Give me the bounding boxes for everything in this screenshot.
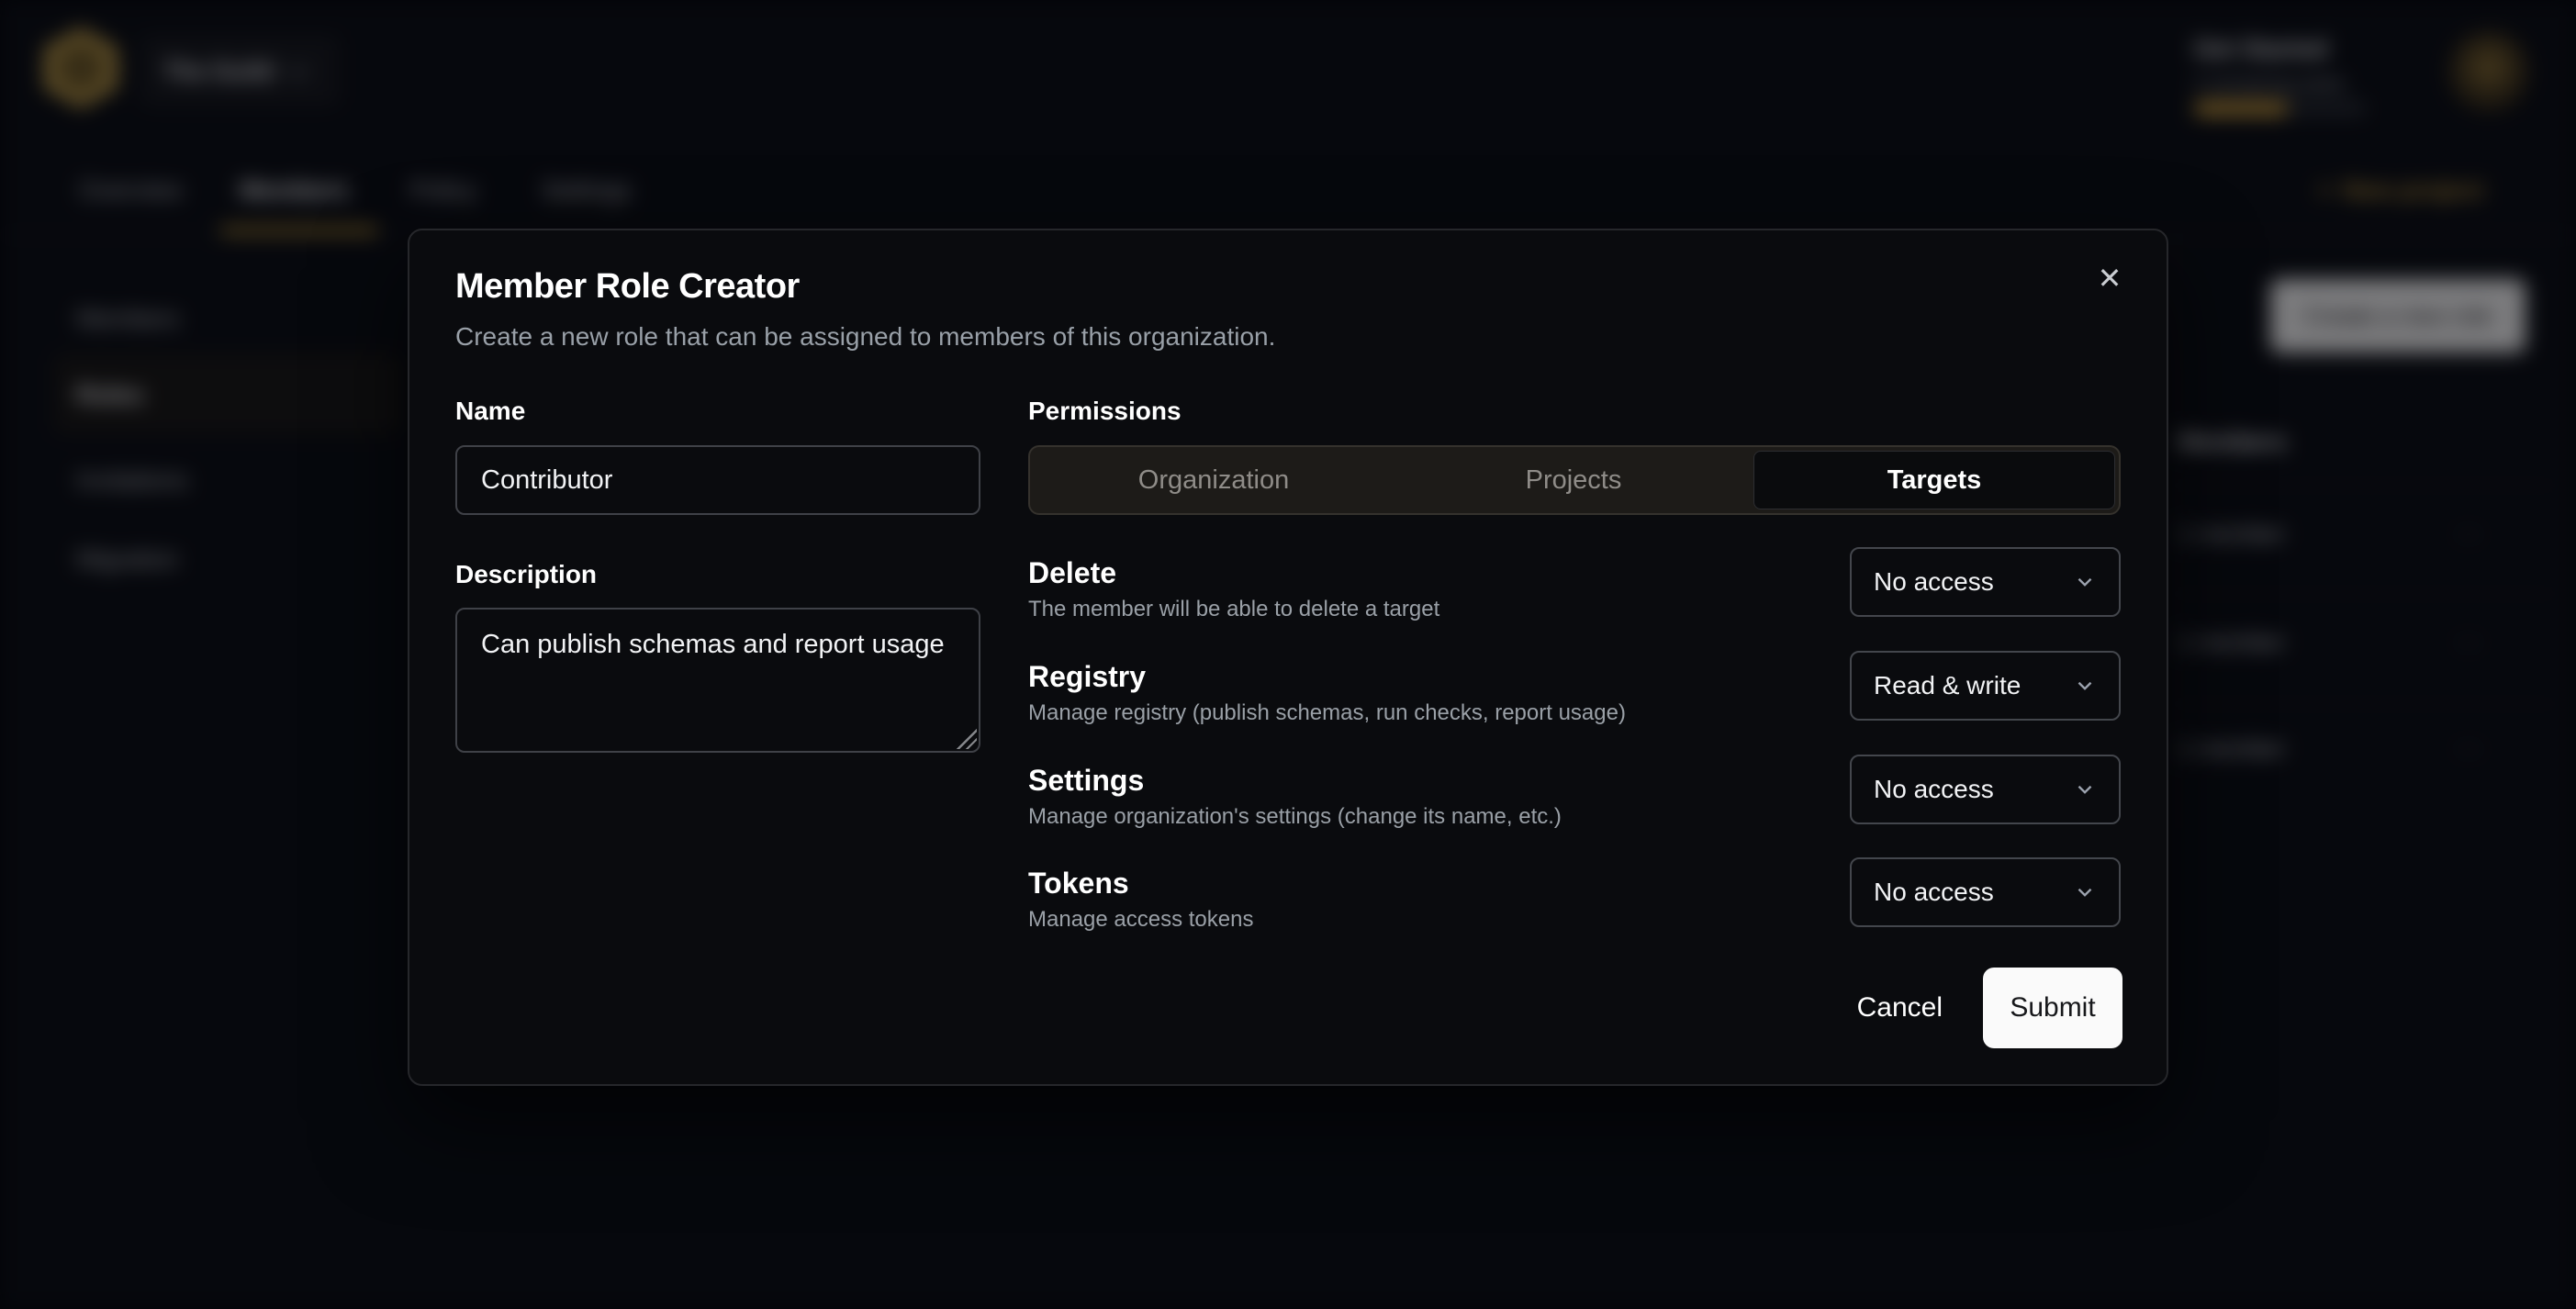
dialog-subtitle: Create a new role that can be assigned t… xyxy=(455,322,1275,352)
app-root: The Guild Get Started 3 remaining tasks … xyxy=(0,0,2576,1309)
permission-description: Manage registry (publish schemas, run ch… xyxy=(1028,699,1626,727)
selected-value: No access xyxy=(1874,567,1994,597)
name-input[interactable] xyxy=(455,445,980,515)
perm-tab-organization[interactable]: Organization xyxy=(1034,451,1394,509)
chevron-down-icon xyxy=(2073,880,2097,904)
permission-description: Manage organization's settings (change i… xyxy=(1028,803,1562,831)
permissions-label: Permissions xyxy=(1028,397,1182,426)
close-icon[interactable]: ✕ xyxy=(2089,258,2130,298)
dialog-footer: Cancel Submit xyxy=(409,968,2122,1048)
permission-description: Manage access tokens xyxy=(1028,906,1253,934)
permission-title: Delete xyxy=(1028,554,1439,591)
delete-access-select[interactable]: No access xyxy=(1850,547,2121,617)
chevron-down-icon xyxy=(2073,674,2097,698)
permission-title: Tokens xyxy=(1028,865,1253,901)
description-label: Description xyxy=(455,560,597,589)
permission-row-tokens: Tokens Manage access tokens No access xyxy=(1028,857,2121,953)
chevron-down-icon xyxy=(2073,778,2097,801)
cancel-button[interactable]: Cancel xyxy=(1857,992,1943,1024)
submit-button[interactable]: Submit xyxy=(1983,968,2122,1048)
description-textarea[interactable]: Can publish schemas and report usage xyxy=(455,608,980,753)
permission-title: Settings xyxy=(1028,762,1562,799)
name-label: Name xyxy=(455,397,525,426)
textarea-resize-handle[interactable] xyxy=(957,729,977,749)
perm-tab-projects[interactable]: Projects xyxy=(1394,451,1753,509)
selected-value: No access xyxy=(1874,878,1994,907)
permission-title: Registry xyxy=(1028,658,1626,695)
member-role-creator-dialog: ✕ Member Role Creator Create a new role … xyxy=(408,229,2168,1086)
permission-row-settings: Settings Manage organization's settings … xyxy=(1028,755,2121,850)
permission-row-registry: Registry Manage registry (publish schema… xyxy=(1028,651,2121,746)
selected-value: Read & write xyxy=(1874,671,2021,700)
dialog-title: Member Role Creator xyxy=(455,267,800,307)
perm-tab-targets[interactable]: Targets xyxy=(1753,451,2115,509)
permission-description: The member will be able to delete a targ… xyxy=(1028,596,1439,623)
permissions-tabbar: Organization Projects Targets xyxy=(1028,445,2121,515)
tokens-access-select[interactable]: No access xyxy=(1850,857,2121,927)
settings-access-select[interactable]: No access xyxy=(1850,755,2121,824)
selected-value: No access xyxy=(1874,775,1994,804)
permission-row-delete: Delete The member will be able to delete… xyxy=(1028,547,2121,643)
registry-access-select[interactable]: Read & write xyxy=(1850,651,2121,721)
chevron-down-icon xyxy=(2073,570,2097,594)
